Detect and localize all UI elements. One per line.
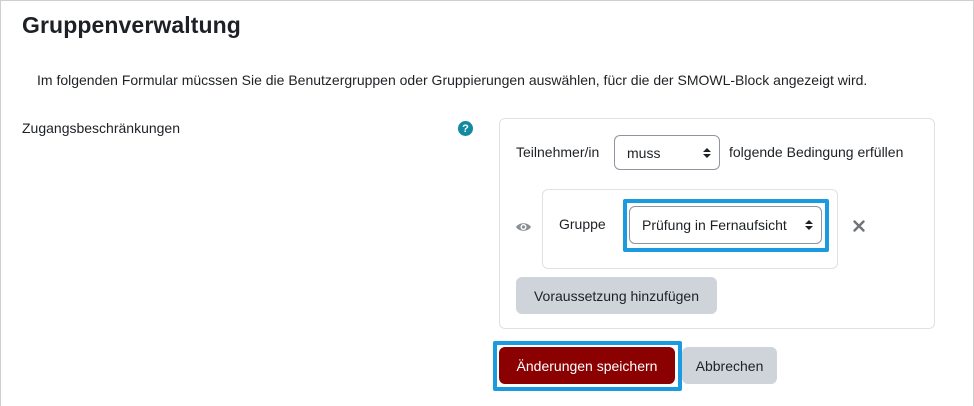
condition-select[interactable]: muss bbox=[614, 135, 720, 170]
condition-suffix: folgende Bedingung erfüllen bbox=[729, 144, 904, 160]
group-label: Gruppe bbox=[559, 216, 606, 232]
save-button[interactable]: Änderungen speichern bbox=[499, 347, 675, 384]
restrictions-label: Zugangsbeschränkungen bbox=[22, 120, 181, 136]
eye-icon[interactable] bbox=[515, 220, 532, 238]
group-select-value: Prüfung in Fernaufsicht bbox=[642, 217, 787, 233]
intro-text: Im folgenden Formular mücssen Sie die Be… bbox=[37, 72, 868, 88]
help-icon[interactable]: ? bbox=[458, 121, 473, 136]
condition-prefix: Teilnehmer/in bbox=[516, 144, 600, 160]
page-title: Gruppenverwaltung bbox=[22, 12, 241, 38]
cancel-button[interactable]: Abbrechen bbox=[682, 347, 777, 384]
condition-select-value: muss bbox=[627, 144, 661, 161]
select-caret-icon bbox=[805, 220, 813, 230]
group-select[interactable]: Prüfung in Fernaufsicht bbox=[629, 206, 822, 244]
close-icon[interactable] bbox=[852, 219, 866, 237]
add-restriction-button[interactable]: Voraussetzung hinzufügen bbox=[516, 277, 717, 314]
select-caret-icon bbox=[703, 147, 711, 158]
